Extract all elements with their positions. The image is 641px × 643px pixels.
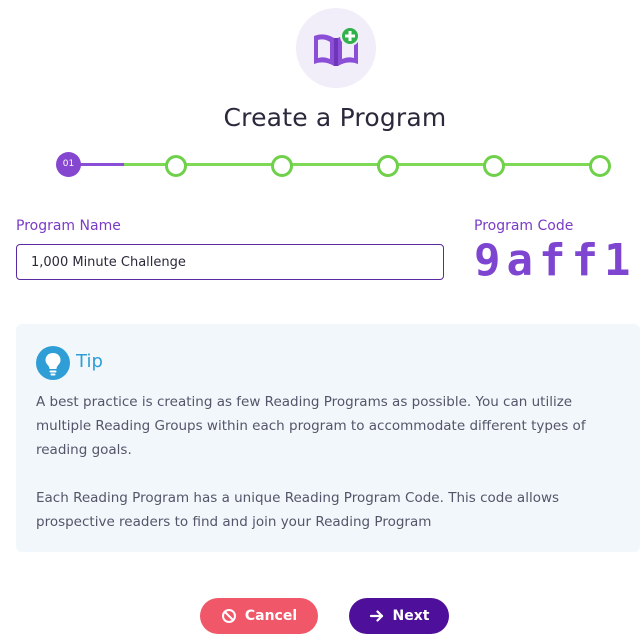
tip-paragraph-1: A best practice is creating as few Readi… <box>36 394 586 458</box>
step-3[interactable] <box>271 155 293 177</box>
program-code-value: 9aff1 <box>474 235 637 286</box>
program-name-label: Program Name <box>16 218 121 234</box>
step-2[interactable] <box>165 155 187 177</box>
ban-icon <box>221 608 237 624</box>
step-6[interactable] <box>589 155 611 177</box>
next-button-label: Next <box>392 608 430 624</box>
next-button[interactable]: Next <box>349 598 449 634</box>
cancel-button[interactable]: Cancel <box>200 598 318 634</box>
tip-panel: Tip A best practice is creating as few R… <box>16 324 640 552</box>
program-code-label: Program Code <box>474 218 574 234</box>
arrow-right-icon <box>369 608 385 624</box>
lightbulb-icon <box>36 346 70 380</box>
step-5[interactable] <box>483 155 505 177</box>
program-name-input[interactable] <box>16 244 444 280</box>
progress-stepper: 01 <box>0 150 641 180</box>
stepper-track-completed <box>80 163 124 166</box>
step-1-active[interactable]: 01 <box>56 152 81 177</box>
page-title: Create a Program <box>223 103 447 132</box>
tip-paragraph-2: Each Reading Program has a unique Readin… <box>36 490 560 530</box>
tip-title: Tip <box>76 351 103 372</box>
stepper-track-remaining <box>124 163 598 166</box>
book-add-icon <box>314 26 360 66</box>
cancel-button-label: Cancel <box>244 608 298 624</box>
step-4[interactable] <box>377 155 399 177</box>
program-icon-badge <box>296 8 376 88</box>
